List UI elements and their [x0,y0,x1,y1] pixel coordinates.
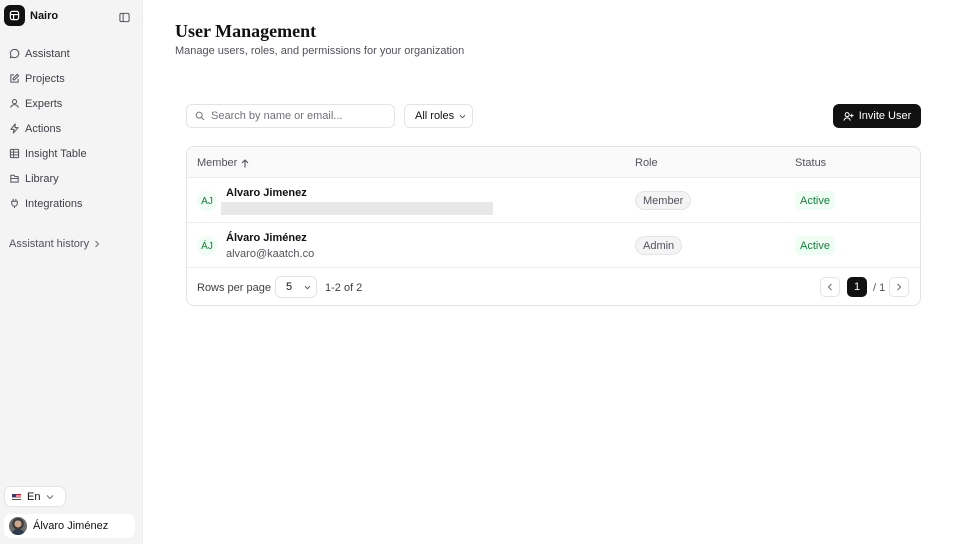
sidebar-item-integrations[interactable]: Integrations [0,191,143,216]
user-menu[interactable]: Álvaro Jiménez [4,514,135,538]
user-name: Álvaro Jiménez [33,520,109,532]
table-header: Member Role Status [187,147,920,178]
member-email-redacted [221,202,493,215]
member-initials-avatar: ÁJ [197,236,217,256]
library-icon [9,173,20,184]
sidebar-item-experts[interactable]: Experts [0,91,143,116]
table-row[interactable]: ÁJ Álvaro Jiménez alvaro@kaatch.co Admin… [187,223,920,268]
chevron-right-icon [897,283,902,291]
status-badge: Active [795,191,835,210]
column-header-member[interactable]: Member [197,157,249,169]
chevron-down-icon [46,494,54,500]
role-filter-select[interactable]: All roles [404,104,473,128]
search-box [186,104,395,128]
assistant-history-label: Assistant history [9,238,90,250]
member-initials-avatar: AJ [197,191,217,211]
sidebar-item-label: Integrations [25,197,83,210]
person-icon [9,98,20,109]
column-header-label: Member [197,157,238,169]
chevron-down-icon [459,114,466,119]
users-table: Member Role Status AJ Alvaro Jimenez Mem… [186,146,921,306]
invite-user-label: Invite User [858,110,912,122]
chevron-left-icon [827,283,832,291]
pagination-range: 1-2 of 2 [325,282,363,294]
sidebar-item-library[interactable]: Library [0,166,143,191]
main-content: User Management Manage users, roles, and… [143,0,960,544]
bolt-icon [9,123,20,134]
page-subtitle: Manage users, roles, and permissions for… [175,45,465,57]
brand[interactable]: Nairo [4,5,58,26]
search-icon [195,111,205,121]
rows-per-page-value: 5 [286,281,293,293]
sidebar-item-insight-table[interactable]: Insight Table [0,141,143,166]
sidebar-item-label: Actions [25,122,62,135]
us-flag-icon [12,493,21,500]
chat-bubble-icon [9,48,20,59]
column-header-role[interactable]: Role [635,157,658,169]
user-plus-icon [843,111,854,121]
sidebar-item-label: Experts [25,97,63,110]
member-name: Álvaro Jiménez [226,232,307,244]
language-selector[interactable]: En [4,486,66,507]
table-row[interactable]: AJ Alvaro Jimenez Member Active [187,178,920,223]
sidebar-item-label: Projects [25,72,65,85]
page-title: User Management [175,21,317,41]
column-header-status[interactable]: Status [795,157,826,169]
role-badge: Member [635,191,692,210]
sidebar-item-assistant[interactable]: Assistant [0,41,143,66]
assistant-history-toggle[interactable]: Assistant history [9,238,100,250]
previous-page-button[interactable] [820,277,840,297]
member-email: alvaro@kaatch.co [226,248,315,260]
edit-square-icon [9,73,20,84]
language-label: En [27,490,41,503]
sidebar-toggle-icon[interactable] [119,10,130,23]
next-page-button[interactable] [889,277,909,297]
brand-name: Nairo [30,9,59,22]
brand-logo-icon [4,5,25,26]
sidebar-item-label: Assistant [25,47,70,60]
sidebar-nav: Assistant Projects Experts Actions Insig… [0,41,143,216]
page-total: / 1 [873,282,886,294]
sort-ascending-icon [241,158,249,167]
status-badge: Active [795,236,835,255]
avatar [9,517,27,535]
sidebar: Nairo Assistant Projects Experts Actions… [0,0,143,544]
chevron-down-icon [304,285,311,290]
table-icon [9,148,20,159]
role-filter-label: All roles [415,110,455,122]
invite-user-button[interactable]: Invite User [833,104,921,128]
page-button-current[interactable]: 1 [847,277,867,297]
role-badge: Admin [635,236,683,255]
chevron-right-icon [94,240,100,248]
rows-per-page-label: Rows per page [197,282,271,294]
sidebar-item-projects[interactable]: Projects [0,66,143,91]
table-footer: Rows per page 5 1-2 of 2 1 / 1 [187,269,920,305]
search-input[interactable] [211,110,391,122]
sidebar-item-label: Insight Table [25,147,87,160]
sidebar-item-actions[interactable]: Actions [0,116,143,141]
member-name: Alvaro Jimenez [226,187,307,199]
plug-icon [9,198,20,209]
rows-per-page-select[interactable]: 5 [275,276,317,298]
sidebar-item-label: Library [25,172,59,185]
